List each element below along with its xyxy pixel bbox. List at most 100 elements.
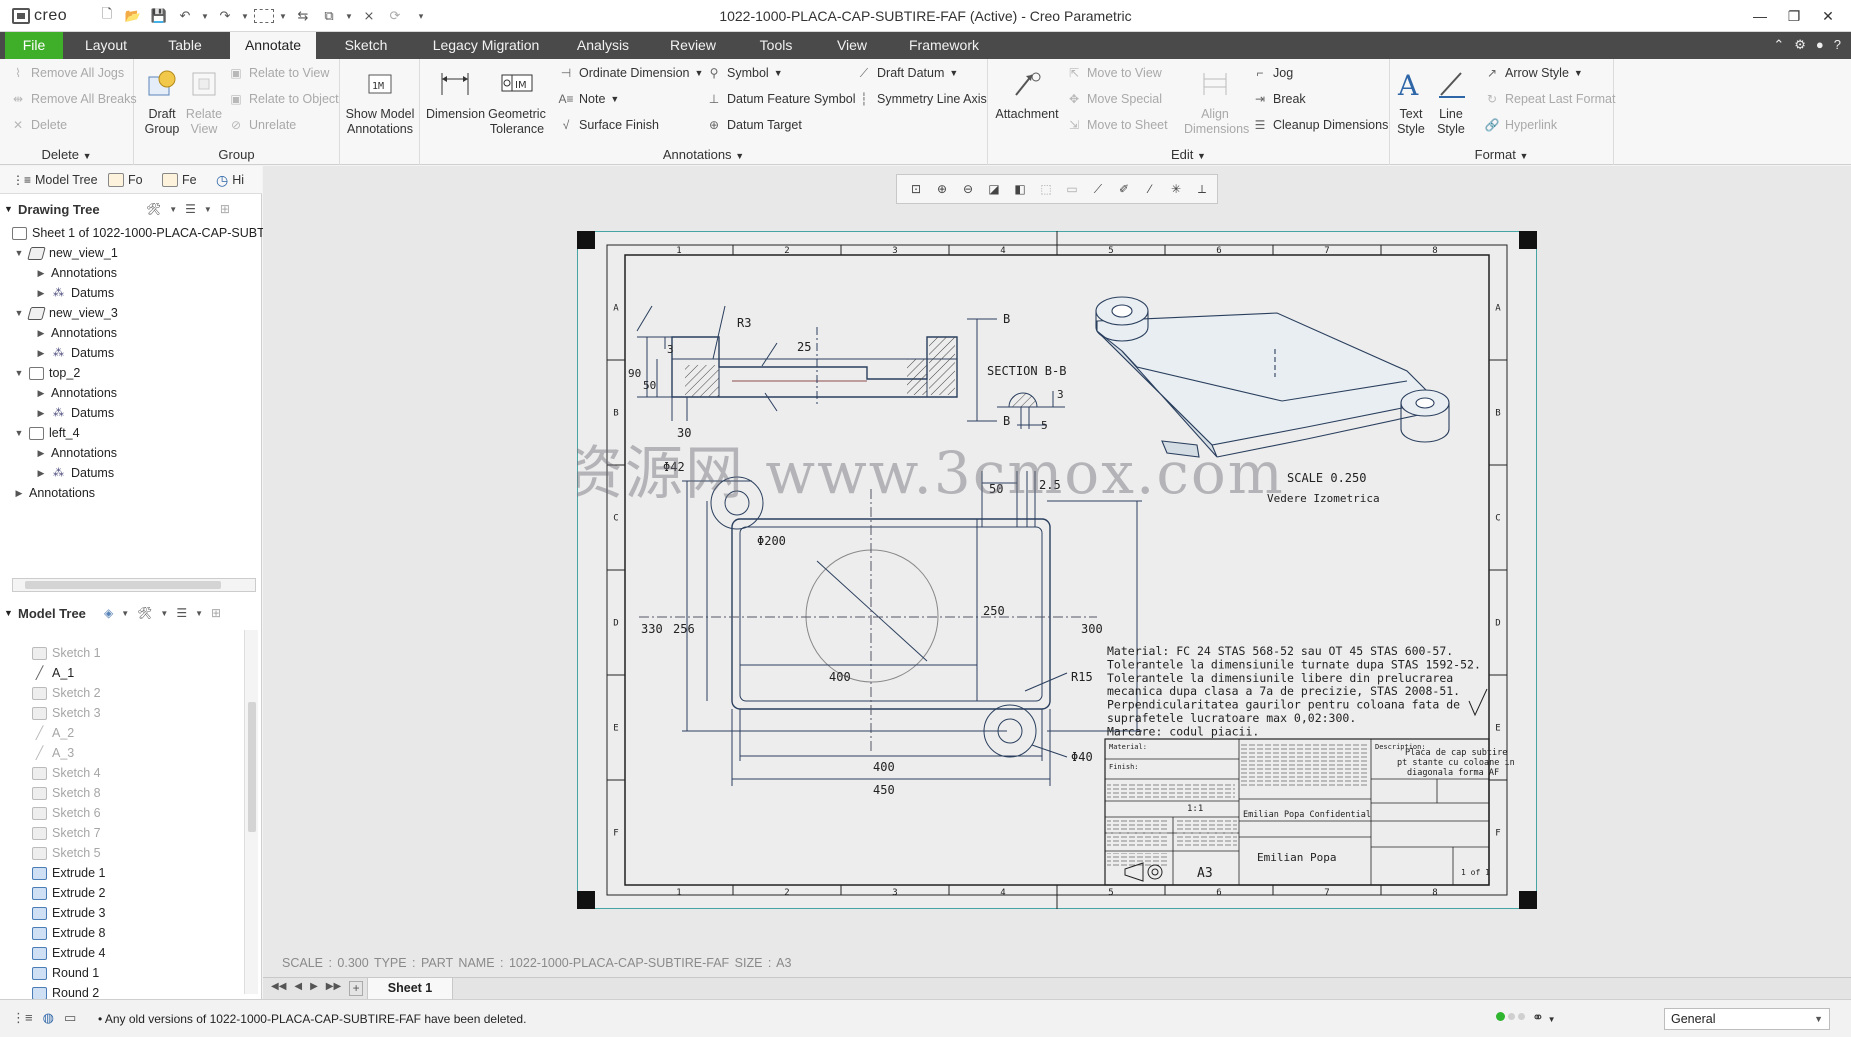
collapse-model-tree-icon[interactable]: ▼ — [4, 608, 13, 618]
symbol-button[interactable]: ⚲ Symbol ▼ — [706, 63, 783, 83]
geometric-tolerance-button[interactable]: IM Geometric Tolerance — [484, 65, 550, 137]
annotations-group-label[interactable]: Annotations ▼ — [420, 147, 987, 162]
tree-view-top_2[interactable]: ▼ top_2 — [14, 364, 81, 382]
tree-annotations[interactable]: ▶ Annotations — [36, 444, 118, 462]
section-label[interactable]: SECTION B-B — [987, 364, 1066, 378]
model-tree-item[interactable]: Round 1 — [32, 964, 99, 982]
relate-to-view-button[interactable]: ▣ Relate to View — [228, 63, 329, 83]
tree-view-new_view_3[interactable]: ▼ new_view_3 — [14, 304, 118, 322]
regenerate-icon[interactable]: ⇆ — [292, 6, 314, 26]
chevron-down-icon[interactable]: ▼ — [121, 609, 129, 618]
command-search-icon[interactable]: ⚙ — [1794, 37, 1806, 53]
draft-group-button[interactable]: Draft Group — [140, 65, 184, 137]
display-style-icon[interactable]: ◧ — [1007, 178, 1033, 200]
attachment-button[interactable]: Attachment — [992, 65, 1062, 122]
csys-display-icon[interactable]: ✳ — [1163, 178, 1189, 200]
undo-dropdown-icon[interactable]: ▼ — [200, 6, 210, 26]
close-icon[interactable]: ✕ — [1811, 4, 1845, 28]
tab-analysis[interactable]: Analysis — [563, 32, 643, 59]
delete-group-label[interactable]: Delete ▼ — [0, 147, 133, 162]
minimize-icon[interactable]: — — [1743, 4, 1777, 28]
tree-root-annotations[interactable]: ▶ Annotations — [14, 484, 96, 502]
open-folder-icon[interactable]: 📂 — [122, 6, 144, 26]
sheet-tab[interactable]: Sheet 1 — [367, 978, 453, 1000]
iso-scale-label[interactable]: SCALE 0.250 — [1287, 471, 1366, 485]
line-style-button[interactable]: Line Style — [1432, 65, 1470, 137]
tree-annotations[interactable]: ▶ Annotations — [36, 264, 118, 282]
tab-model-tree[interactable]: ⋮≡ Model Tree — [12, 170, 98, 190]
tree-filter-icon[interactable]: ⊞ — [220, 202, 230, 216]
selection-dropdown-icon[interactable]: ▼ — [278, 6, 288, 26]
selection-filter-select[interactable]: General ▼ — [1664, 1008, 1830, 1030]
tab-tools[interactable]: Tools — [740, 32, 812, 59]
last-sheet-icon[interactable]: ▶▶ — [326, 981, 341, 996]
tab-history[interactable]: ◷ Hi — [216, 170, 244, 190]
first-sheet-icon[interactable]: ◀◀ — [271, 981, 286, 996]
chevron-down-icon[interactable]: ▼ — [169, 205, 177, 214]
restore-icon[interactable]: ❐ — [1777, 4, 1811, 28]
tab-annotate[interactable]: Annotate — [230, 32, 316, 59]
community-icon[interactable]: ● — [1816, 37, 1824, 53]
annotation-display-icon[interactable]: ▭ — [1059, 178, 1085, 200]
model-tree-item[interactable]: Sketch 1 — [32, 644, 101, 662]
windows-icon[interactable]: ⧉ — [318, 6, 340, 26]
model-tree-vscrollbar[interactable] — [244, 630, 258, 994]
dim-3[interactable]: 3 — [667, 343, 674, 356]
model-tree-item[interactable]: Extrude 8 — [32, 924, 106, 942]
redo-dropdown-icon[interactable]: ▼ — [240, 6, 250, 26]
tolerance-display-icon[interactable]: ⟂ — [1189, 178, 1215, 200]
text-style-button[interactable]: A Text Style — [1392, 65, 1430, 137]
tab-folder-browser[interactable]: Fo — [108, 170, 143, 190]
tab-review[interactable]: Review — [653, 32, 733, 59]
dim-r15[interactable]: R15 — [1071, 670, 1093, 684]
dim-25[interactable]: 25 — [797, 340, 811, 354]
refit-icon[interactable]: ⊡ — [903, 178, 929, 200]
zoom-in-icon[interactable]: ⊕ — [929, 178, 955, 200]
dim-phi200[interactable]: Φ200 — [757, 534, 786, 548]
hscroll-thumb[interactable] — [25, 581, 221, 589]
model-tree-item[interactable]: Sketch 7 — [32, 824, 101, 842]
align-dimensions-button[interactable]: Align Dimensions — [1184, 65, 1249, 137]
zoom-out-icon[interactable]: ⊖ — [955, 178, 981, 200]
edit-group-label[interactable]: Edit ▼ — [988, 147, 1389, 162]
dim-50[interactable]: 50 — [643, 379, 656, 392]
selection-box-icon[interactable] — [254, 9, 274, 23]
arrow-style-button[interactable]: ↗ Arrow Style ▼ — [1484, 63, 1583, 83]
collapse-ribbon-icon[interactable]: ⌃ — [1773, 37, 1784, 53]
add-sheet-icon[interactable]: + — [349, 981, 364, 996]
tab-legacy-migration[interactable]: Legacy Migration — [418, 32, 554, 59]
show-model-annotations-button[interactable]: 1M Show Model Annotations — [340, 65, 420, 137]
model-tree-item[interactable]: Extrude 4 — [32, 944, 106, 962]
dim-section-3[interactable]: 3 — [1057, 388, 1064, 401]
jog-button[interactable]: ⌐ Jog — [1252, 63, 1293, 83]
remove-all-jogs-button[interactable]: ⌇ Remove All Jogs — [10, 63, 124, 83]
model-tree-item[interactable]: Extrude 2 — [32, 884, 106, 902]
tab-sketch[interactable]: Sketch — [326, 32, 406, 59]
datum-feature-symbol-button[interactable]: ⊥ Datum Feature Symbol — [706, 89, 856, 109]
dim-section-5[interactable]: 5 — [1041, 419, 1048, 432]
tree-columns-icon[interactable]: ☰ — [185, 202, 196, 216]
draft-datum-button[interactable]: ⟋ Draft Datum ▼ — [856, 63, 959, 83]
tree-datums[interactable]: ▶ ⁂ Datums — [36, 404, 115, 422]
model-tree-item[interactable]: Extrude 3 — [32, 904, 106, 922]
repaint-icon[interactable]: ◪ — [981, 178, 1007, 200]
dim-90[interactable]: 90 — [628, 367, 641, 380]
browser-toggle-icon[interactable]: ◍ — [43, 1010, 54, 1026]
tree-filter-icon[interactable]: ⊞ — [211, 606, 221, 620]
surface-finish-button[interactable]: √ Surface Finish — [558, 115, 659, 135]
redo-icon[interactable]: ↷ — [214, 6, 236, 26]
move-to-view-button[interactable]: ⇱ Move to View — [1066, 63, 1162, 83]
find-icon[interactable]: ⚭ ▼ — [1532, 1009, 1556, 1026]
section-marker-b-bottom[interactable]: B — [1003, 414, 1010, 428]
dim-450[interactable]: 450 — [873, 783, 895, 797]
chevron-down-icon[interactable]: ▼ — [204, 205, 212, 214]
update-icon[interactable]: ⟳ — [384, 6, 406, 26]
remove-all-breaks-button[interactable]: ⇹ Remove All Breaks — [10, 89, 137, 109]
drawing-sheet[interactable]: 1122334455667788A AB BC CD DE EF F R3 3 25 90 … — [577, 231, 1537, 909]
sheet-node[interactable]: Sheet 1 of 1022-1000-PLACA-CAP-SUBTIRE-I — [12, 224, 293, 242]
vscroll-thumb[interactable] — [248, 702, 256, 832]
chevron-down-icon[interactable]: ▼ — [195, 609, 203, 618]
model-tree-item[interactable]: ╱ A_2 — [32, 724, 75, 742]
tab-file[interactable]: File — [5, 32, 63, 59]
tab-layout[interactable]: Layout — [71, 32, 141, 59]
